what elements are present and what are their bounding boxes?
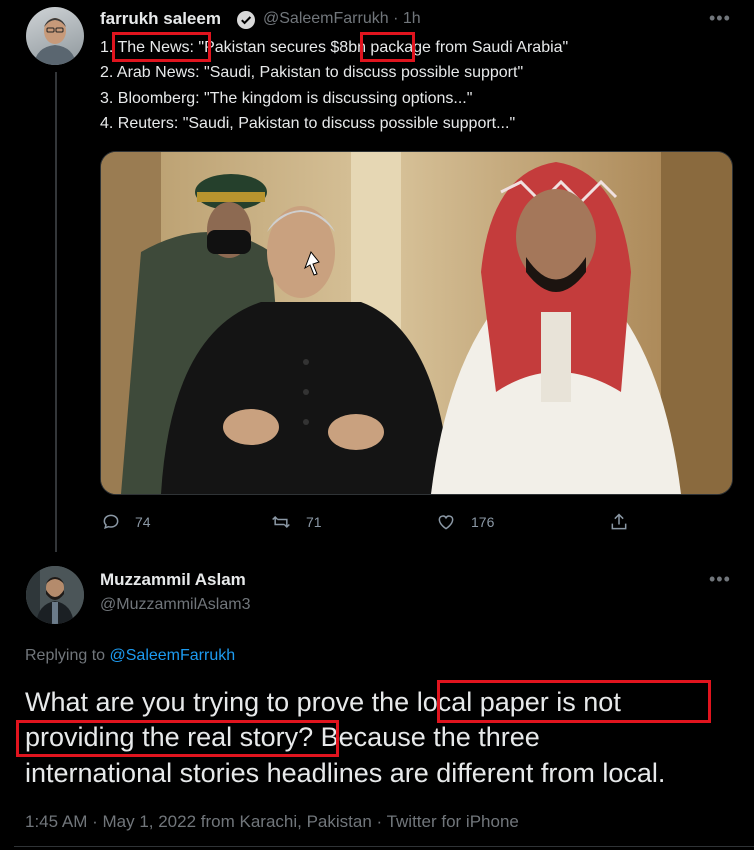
reply-count: 74 — [135, 514, 151, 530]
reply-action[interactable]: 74 — [101, 512, 151, 532]
reply-icon — [103, 514, 119, 530]
tweet-line-2: 2. Arab News: "Saudi, Pakistan to discus… — [100, 64, 524, 81]
heart-icon — [438, 515, 454, 530]
reply-text-line-2-post: Because the three — [313, 722, 540, 752]
highlight-box-amount — [360, 32, 415, 62]
highlight-box-local-paper — [437, 680, 711, 723]
thread-connector-line — [55, 72, 57, 552]
reply-text-line-3: international stories headlines are diff… — [25, 758, 666, 788]
like-action[interactable]: 176 — [435, 512, 494, 532]
reply-more-options-icon[interactable]: ••• — [709, 569, 731, 590]
share-icon — [611, 513, 627, 530]
replying-to: Replying to @SaleemFarrukh — [25, 647, 235, 665]
reply-author-avatar[interactable] — [26, 566, 84, 624]
replying-to-handle[interactable]: @SaleemFarrukh — [110, 647, 236, 664]
more-options-icon[interactable]: ••• — [709, 8, 731, 29]
reply-timestamp-source[interactable]: 1:45 AM · May 1, 2022 from Karachi, Paki… — [25, 812, 519, 832]
reply-text-line-1-pre: What are you trying to prove the — [25, 687, 417, 717]
highlight-box-source — [112, 32, 211, 62]
tweet-photo[interactable] — [100, 151, 733, 495]
tweet-line-4: 4. Reuters: "Saudi, Pakistan to discuss … — [100, 115, 516, 132]
retweet-icon — [272, 515, 290, 529]
retweet-action[interactable]: 71 — [270, 512, 322, 532]
author-avatar[interactable] — [26, 7, 84, 65]
bottom-divider — [14, 846, 754, 847]
replying-to-prefix: Replying to — [25, 647, 110, 664]
reply-author-name[interactable]: Muzzammil Aslam — [100, 570, 246, 590]
reply-author-handle[interactable]: @MuzzammilAslam3 — [100, 596, 250, 614]
retweet-count: 71 — [306, 514, 322, 530]
author-handle-time[interactable]: @SaleemFarrukh · 1h — [263, 10, 421, 28]
verified-badge-icon — [236, 10, 256, 30]
share-action[interactable] — [609, 512, 629, 532]
author-name[interactable]: farrukh saleem — [100, 9, 221, 29]
like-count: 176 — [471, 514, 495, 530]
tweet-line-1-pre: "Pakistan secures — [198, 39, 331, 56]
tweet-line-3: 3. Bloomberg: "The kingdom is discussing… — [100, 90, 473, 107]
highlight-box-real-story — [16, 720, 339, 757]
